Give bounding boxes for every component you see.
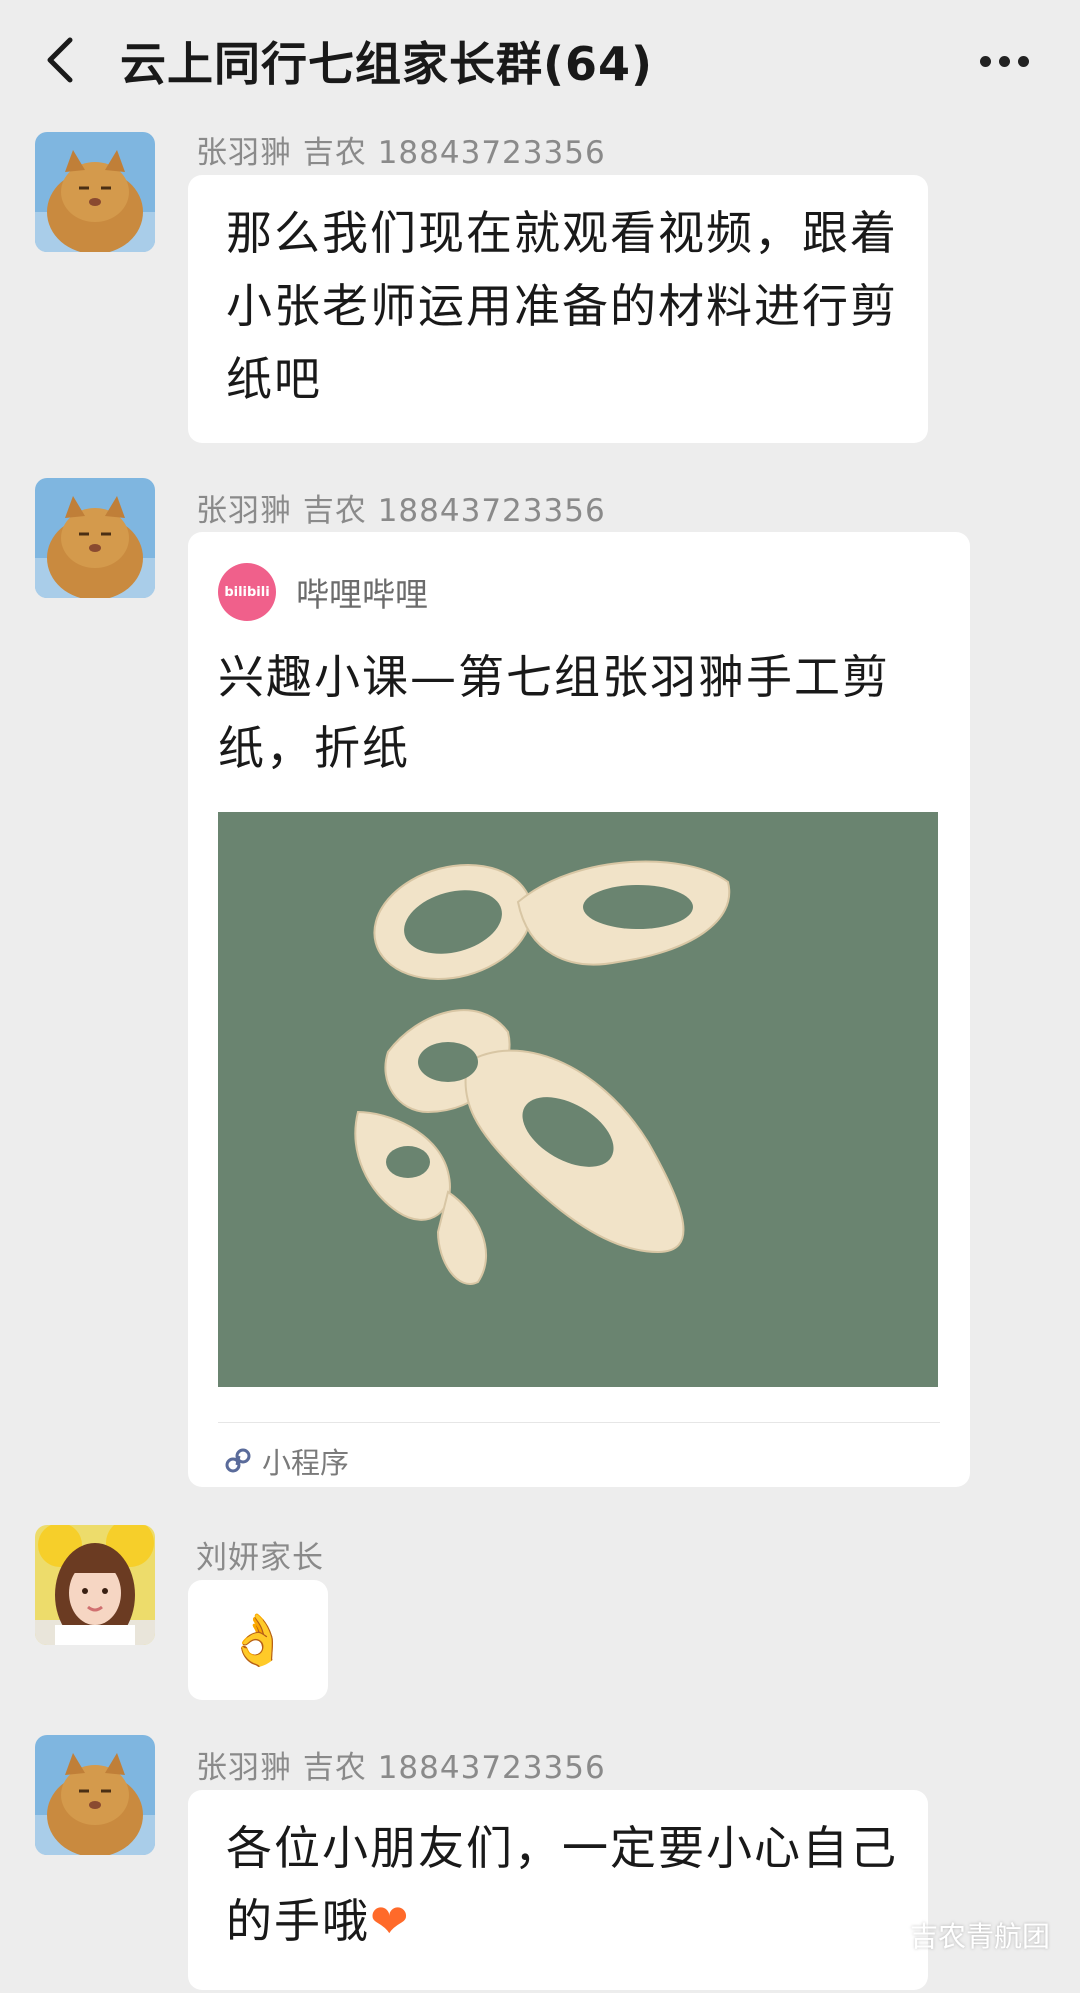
back-icon[interactable] <box>38 30 82 90</box>
ok-hand-emoji: 👌 <box>226 1611 290 1669</box>
sender-name: 刘妍家长 <box>196 1540 324 1576</box>
sender-name: 张羽翀 吉农 18843723356 <box>196 493 606 529</box>
wechat-logo-icon <box>862 1920 902 1950</box>
card-footer: 小程序 <box>222 1440 349 1482</box>
mini-program-label: 小程序 <box>262 1446 350 1480</box>
avatar[interactable] <box>35 478 155 598</box>
sender-name: 张羽翀 吉农 18843723356 <box>196 1750 606 1786</box>
message-bubble[interactable]: 各位小朋友们，一定要小心自己的手哦❤ <box>188 1790 928 1990</box>
message-text: 那么我们现在就观看视频，跟着小张老师运用准备的材料进行剪纸吧 <box>226 206 898 406</box>
more-options-icon[interactable] <box>980 52 1040 68</box>
message-text: 各位小朋友们，一定要小心自己的手哦 <box>226 1821 898 1948</box>
watermark-text: 吉农青航团 <box>909 1920 1050 1953</box>
heart-emoji: ❤ <box>370 1894 411 1948</box>
avatar[interactable] <box>35 1525 155 1645</box>
card-divider <box>218 1422 940 1423</box>
sender-name: 张羽翀 吉农 18843723356 <box>196 135 606 171</box>
card-thumbnail <box>218 812 938 1387</box>
bilibili-logo-icon: bilibili <box>218 563 276 621</box>
avatar[interactable] <box>35 1735 155 1855</box>
mini-program-icon <box>222 1445 254 1477</box>
avatar[interactable] <box>35 132 155 252</box>
chat-header: 云上同行七组家长群(64) <box>0 0 1080 125</box>
mini-program-card[interactable]: bilibili 哔哩哔哩 兴趣小课—第七组张羽翀手工剪纸，折纸 小程序 <box>188 532 970 1487</box>
message-bubble[interactable]: 👌 <box>188 1580 328 1700</box>
watermark: 吉农青航团 <box>862 1915 1050 1955</box>
chat-title: 云上同行七组家长群(64) <box>120 37 654 91</box>
message-bubble[interactable]: 那么我们现在就观看视频，跟着小张老师运用准备的材料进行剪纸吧 <box>188 175 928 443</box>
card-title: 兴趣小课—第七组张羽翀手工剪纸，折纸 <box>218 650 890 775</box>
card-source: bilibili 哔哩哔哩 <box>218 562 428 622</box>
card-source-name: 哔哩哔哩 <box>296 575 428 614</box>
